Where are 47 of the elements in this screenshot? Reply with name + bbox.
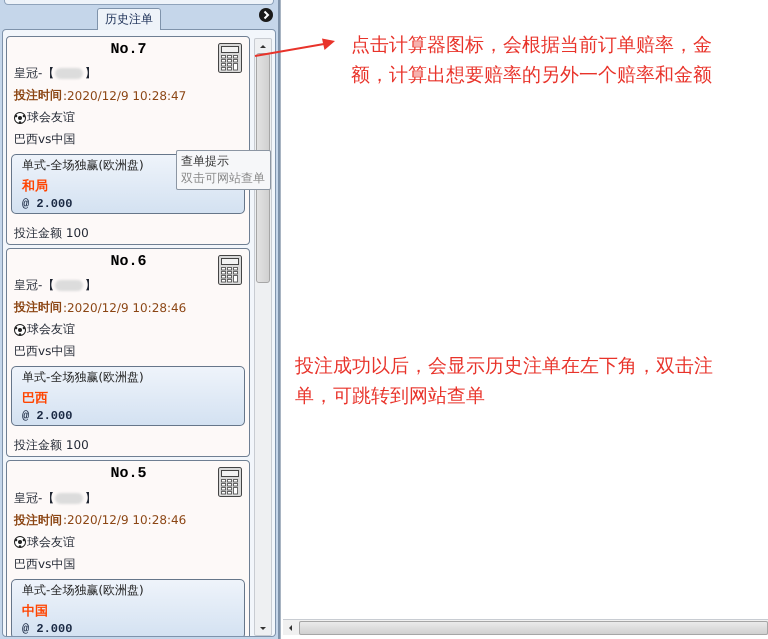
- tooltip-title: 查单提示: [181, 153, 230, 170]
- bet-odds: @ 2.000: [22, 197, 72, 212]
- soccer-ball-icon: [14, 536, 26, 548]
- redacted-blur: [55, 68, 84, 80]
- annotation-text: 点击计算器图标，会根据当前订单赔率，金额，计算出想要赔率的另外一个赔率和金额: [351, 33, 713, 88]
- bet-selection: 巴西: [22, 390, 48, 407]
- account-label: 皇冠-【: [14, 65, 54, 82]
- bet-type: 单式-全场独赢(欧洲盘): [22, 369, 144, 386]
- bet-amount: 投注金额 100: [14, 224, 90, 242]
- bet-selection: 中国: [22, 602, 48, 620]
- bet-odds: @ 2.000: [22, 622, 72, 636]
- account-bracket: 】: [84, 65, 96, 82]
- account-bracket: 】: [84, 277, 96, 294]
- order-card[interactable]: No.5 皇冠-【 】 投注时间:2020/12/9 10:28:46 球会友谊 巴西vs中国 单式-全场独赢(欧洲盘) 中国 @ 2.000: [6, 460, 250, 636]
- soccer-ball-icon: [14, 112, 26, 124]
- calculator-icon[interactable]: [218, 255, 242, 285]
- horizontal-scrollbar[interactable]: [283, 619, 768, 635]
- league-name: 球会友谊: [27, 109, 75, 126]
- annotation-text: 投注成功以后，会显示历史注单在左下角，双击注单，可跳转到网站查单: [295, 354, 714, 409]
- bet-amount: 投注金额 100: [14, 436, 90, 454]
- bet-time: 投注时间:2020/12/9 10:28:46: [14, 299, 188, 317]
- match-name: 巴西vs中国: [14, 342, 76, 360]
- panel-title: 历史注单: [97, 8, 161, 30]
- redacted-blur: [55, 280, 84, 292]
- match-name: 巴西vs中国: [14, 130, 76, 148]
- order-card[interactable]: No.6 皇冠-【 】 投注时间:2020/12/9 10:28:46 球会友谊 巴西vs中国 单式-全场独赢(欧洲盘) 巴西 @ 2.000 投注金额 100: [6, 248, 250, 457]
- vertical-scrollbar[interactable]: [254, 38, 272, 636]
- league-name: 球会友谊: [27, 534, 75, 550]
- order-number: No.7: [110, 41, 146, 60]
- bet-time: 投注时间:2020/12/9 10:28:46: [14, 512, 188, 529]
- bet-time: 投注时间:2020/12/9 10:28:47: [14, 87, 188, 105]
- account-bracket: 】: [84, 490, 96, 506]
- match-name: 巴西vs中国: [14, 556, 76, 572]
- order-number: No.5: [110, 465, 146, 484]
- bet-type: 单式-全场独赢(欧洲盘): [22, 582, 144, 599]
- chevron-right-icon[interactable]: [259, 8, 273, 22]
- calculator-icon[interactable]: [218, 43, 242, 73]
- redacted-blur: [55, 492, 84, 504]
- account-label: 皇冠-【: [14, 490, 54, 506]
- bet-type: 单式-全场独赢(欧洲盘): [22, 157, 144, 174]
- league-name: 球会友谊: [27, 321, 75, 338]
- bet-selection: 和局: [22, 178, 48, 195]
- calculator-icon[interactable]: [218, 467, 242, 497]
- account-label: 皇冠-【: [14, 277, 54, 294]
- order-number: No.6: [110, 253, 146, 272]
- bet-odds: @ 2.000: [22, 409, 72, 424]
- soccer-ball-icon: [14, 324, 26, 336]
